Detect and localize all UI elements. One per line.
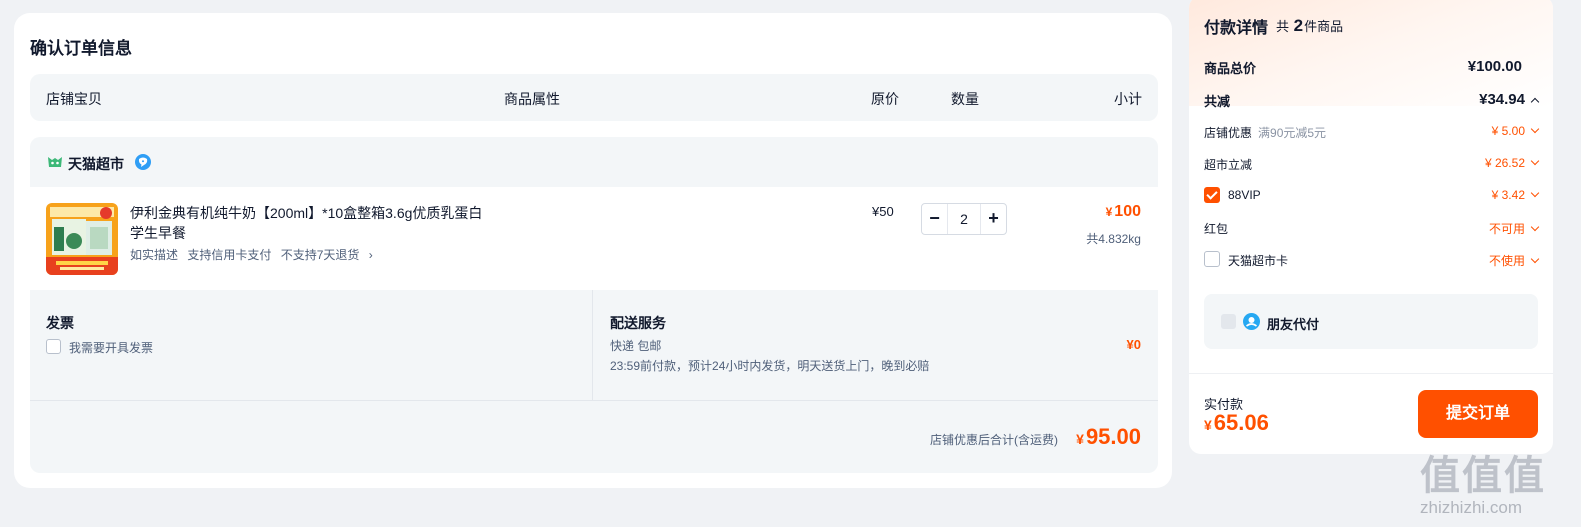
payment-title: 付款详情	[1204, 20, 1269, 37]
delivery-section: 配送服务 快递 包邮 23:59前付款，预计24小时内发货，明天送货上门，晚到必…	[594, 290, 1158, 400]
delivery-fee: ¥0	[1126, 337, 1141, 352]
discount-row-88vip[interactable]: 88VIP ¥ 3.42	[1204, 186, 1540, 206]
column-quantity: 数量	[951, 91, 979, 107]
divider	[1189, 373, 1553, 374]
chevron-right-icon[interactable]: ›	[369, 248, 373, 262]
watermark: 值值值 zhizhizhi.com	[1420, 443, 1570, 523]
tag-as-described: 如实描述	[130, 248, 179, 262]
divider	[30, 400, 1158, 401]
tag-no-7day-return[interactable]: 不支持7天退货	[281, 248, 360, 262]
goods-total-value: ¥100.00	[1467, 58, 1522, 75]
discount-total-amount: ¥34.94	[1479, 91, 1525, 108]
shop-header: 天猫超市	[30, 137, 1158, 187]
shop-total-amount: 95.00	[1085, 424, 1141, 449]
order-card: 确认订单信息 店铺宝贝 商品属性 原价 数量 小计 天猫超市 伊利金典有机纯牛奶…	[14, 13, 1172, 488]
discount-row-value: 不使用	[1488, 252, 1540, 269]
shop-discount-label: 店铺优惠	[1204, 126, 1253, 140]
watermark-logo: 值值值	[1420, 454, 1546, 498]
currency-symbol: ¥	[1105, 205, 1113, 219]
discount-row-value: 不可用	[1488, 220, 1540, 237]
payment-card: 付款详情 共 2件商品 商品总价 ¥100.00 共减 ¥34.94 店铺优惠满…	[1189, 0, 1553, 454]
item-count-value: 2	[1293, 16, 1304, 35]
currency-symbol: ¥	[1204, 417, 1212, 433]
order-title: 确认订单信息	[30, 39, 132, 58]
tag-credit-card: 支持信用卡支付	[187, 248, 272, 262]
red-packet-row[interactable]: 红包 不可用	[1204, 218, 1540, 238]
column-shop: 店铺宝贝	[46, 91, 102, 107]
shop-total-label: 店铺优惠后合计(含运费)	[930, 433, 1058, 447]
discount-row-shop[interactable]: 店铺优惠 满90元减5元 ¥ 5.00	[1204, 122, 1540, 142]
discount-row-market[interactable]: 超市立减 ¥ 26.52	[1204, 154, 1540, 174]
discount-row-value: ¥ 26.52	[1484, 156, 1540, 170]
discount-total-value: ¥34.94	[1479, 91, 1540, 108]
order-item-row: 伊利金典有机纯牛奶【200ml】*10盒整箱3.6g优质乳蛋白学生早餐 如实描述…	[30, 187, 1158, 290]
friend-pay-label[interactable]: 朋友代付	[1267, 314, 1319, 333]
tmall-logo-icon	[48, 157, 62, 167]
product-subtotal-value: 100	[1114, 203, 1141, 220]
chevron-up-icon[interactable]	[1530, 97, 1540, 107]
market-card-checkbox[interactable]	[1204, 251, 1220, 267]
discount-total-row[interactable]: 共减 ¥34.94	[1204, 89, 1540, 109]
column-subtotal: 小计	[1114, 91, 1142, 107]
watermark-text: zhizhizhi.com	[1420, 498, 1523, 517]
chat-icon[interactable]	[134, 153, 152, 171]
chevron-down-icon[interactable]	[1530, 156, 1540, 166]
chevron-down-icon[interactable]	[1530, 222, 1540, 232]
product-title[interactable]: 伊利金典有机纯牛奶【200ml】*10盒整箱3.6g优质乳蛋白学生早餐	[130, 203, 490, 243]
vip-discount-value: ¥ 3.42	[1491, 188, 1525, 202]
quantity-input[interactable]: 2	[948, 204, 980, 234]
chevron-down-icon[interactable]	[1530, 188, 1540, 198]
shop-discount-value: ¥ 5.00	[1491, 124, 1525, 138]
column-attributes: 商品属性	[504, 91, 560, 107]
red-packet-value: 不可用	[1488, 222, 1525, 236]
product-weight: 共4.832kg	[1086, 232, 1141, 246]
friend-pay-box[interactable]: 朋友代付	[1204, 294, 1538, 349]
item-count-suffix: 件商品	[1304, 19, 1344, 34]
quantity-increase-button[interactable]: +	[980, 204, 1006, 234]
goods-total-label: 商品总价	[1204, 61, 1257, 76]
friend-pay-icon	[1243, 313, 1260, 330]
product-service-tags: 如实描述 支持信用卡支付 不支持7天退货 ›	[130, 246, 379, 263]
market-discount-label: 超市立减	[1204, 158, 1253, 172]
market-card-value: 不使用	[1488, 254, 1525, 268]
red-packet-label: 红包	[1204, 222, 1229, 236]
delivery-method: 快递 包邮	[610, 339, 662, 353]
item-count: 共 2件商品	[1276, 16, 1343, 36]
discount-row-value: ¥ 5.00	[1491, 124, 1540, 138]
delivery-note: 23:59前付款，预计24小时内发货，明天送货上门，晚到必赔	[610, 359, 930, 373]
product-subtotal: ¥100	[1106, 203, 1141, 221]
actual-pay-amount: 65.06	[1213, 410, 1269, 435]
shop-name[interactable]: 天猫超市	[68, 154, 124, 174]
invoice-checkbox[interactable]	[46, 339, 61, 354]
item-count-prefix: 共	[1276, 19, 1290, 34]
vip-checkbox[interactable]	[1204, 187, 1220, 203]
friend-pay-checkbox[interactable]	[1221, 314, 1236, 329]
quantity-stepper: − 2 +	[921, 203, 1007, 235]
currency-symbol: ¥	[1076, 431, 1084, 447]
product-original-price: ¥50	[872, 204, 894, 219]
column-price: 原价	[871, 91, 899, 107]
chevron-down-icon[interactable]	[1530, 124, 1540, 134]
market-card-label: 天猫超市卡	[1228, 254, 1289, 268]
shop-total-value: ¥95.00	[1076, 424, 1141, 450]
shop-discount-rule: 满90元减5元	[1258, 126, 1327, 140]
product-thumbnail[interactable]	[46, 203, 118, 275]
submit-order-button[interactable]: 提交订单	[1418, 390, 1538, 438]
invoice-title: 发票	[46, 315, 74, 331]
table-header: 店铺宝贝 商品属性 原价 数量 小计	[30, 74, 1158, 121]
shop-block: 天猫超市 伊利金典有机纯牛奶【200ml】*10盒整箱3.6g优质乳蛋白学生早餐…	[30, 137, 1158, 473]
actual-pay-value: ¥65.06	[1204, 410, 1269, 436]
invoice-section: 发票 我需要开具发票	[30, 290, 593, 400]
discount-total-label: 共减	[1204, 94, 1231, 109]
market-card-row[interactable]: 天猫超市卡 不使用	[1204, 250, 1540, 270]
goods-total-row: 商品总价 ¥100.00	[1204, 56, 1538, 76]
discount-row-value: ¥ 3.42	[1491, 188, 1540, 202]
delivery-title: 配送服务	[610, 315, 666, 331]
quantity-decrease-button[interactable]: −	[922, 204, 948, 234]
discount-row-label: 店铺优惠 满90元减5元	[1204, 124, 1326, 141]
chevron-down-icon[interactable]	[1530, 254, 1540, 264]
market-discount-value: ¥ 26.52	[1484, 156, 1525, 170]
invoice-option-label[interactable]: 我需要开具发票	[69, 339, 153, 356]
vip-label: 88VIP	[1228, 188, 1261, 202]
